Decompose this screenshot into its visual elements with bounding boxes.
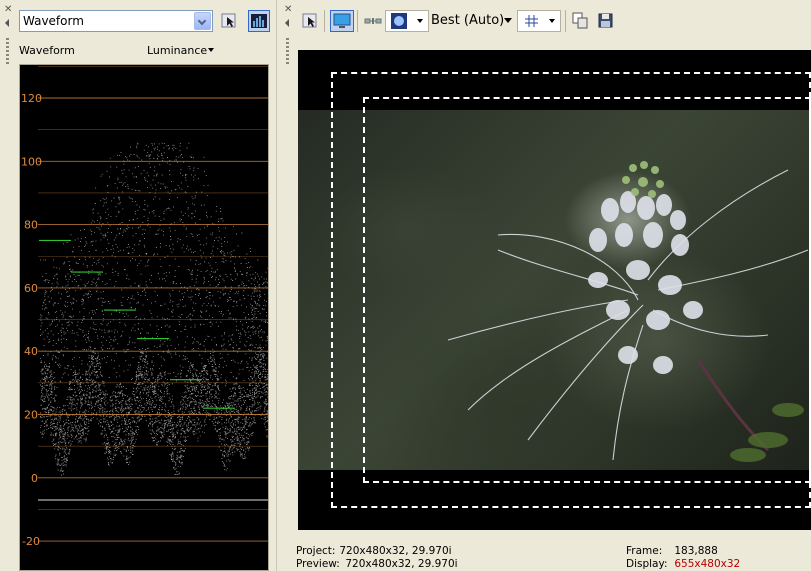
toolbar-separator [565,10,566,32]
title-safe-area [363,97,811,483]
display-info: Display: 655x480x32 [626,558,740,571]
toolbar-separator [357,10,358,32]
preview-info-row: Preview: 720x480x32, 29.970i [296,558,458,571]
graticule-labels: 120 100 80 60 40 20 0 -20 [21,92,42,548]
preview-quality-select[interactable]: Best (Auto) [431,13,504,28]
preview-label: Preview: [296,558,340,570]
frame-info: Frame: 183,888 [626,545,718,558]
external-monitor-button[interactable] [330,10,354,32]
project-value: 720x480x32, 29.970i [339,545,452,557]
waveform-scope: 120 100 80 60 40 20 0 -20 [19,64,269,571]
split-screen-button[interactable] [362,10,384,32]
video-preview-panel: ✕ Best (Auto) Project: 720x480x32, 29.97… [280,0,811,571]
preview-value: 720x480x32, 29.970i [345,558,458,570]
histogram-icon [251,14,267,28]
chevron-down-icon[interactable] [194,12,211,30]
scope-title: Waveform [19,44,75,57]
video-preview[interactable] [298,50,811,530]
scope-type-value: Waveform [23,14,84,28]
graticule-label: 20 [24,409,38,422]
update-scopes-button[interactable] [218,10,240,32]
display-label: Display: [626,558,668,570]
overlays-button[interactable] [385,10,429,32]
frame-label: Frame: [626,545,663,557]
save-snapshot-button[interactable] [595,10,617,32]
channel-select[interactable]: Luminance [147,44,207,57]
project-label: Project: [296,545,336,557]
toolbar-separator [324,10,325,32]
graticule-label: 100 [21,155,42,168]
collapse-arrow-icon[interactable] [285,19,289,27]
grid-icon [525,15,538,27]
scope-type-select[interactable]: Waveform [19,10,213,32]
graticule-label: 80 [24,219,38,232]
video-scopes-panel: ✕ Waveform Waveform Luminance 120 100 80 60… [0,0,277,571]
graticule-lines [38,66,268,542]
graticule-label: -20 [22,535,40,548]
close-icon[interactable]: ✕ [284,5,292,15]
pointer-icon [221,13,236,28]
graticule-label: 60 [24,282,38,295]
graticule-label: 120 [21,92,42,105]
collapse-arrow-icon[interactable] [5,19,9,27]
project-info: Project: 720x480x32, 29.970i [296,545,452,558]
pointer-icon [302,13,317,28]
copy-snapshot-button[interactable] [570,10,592,32]
frame-value: 183,888 [674,545,718,557]
left-pane-edge: ✕ [0,0,14,571]
graticule-label: 0 [31,472,38,485]
split-screen-icon [364,18,382,24]
drag-grip-icon[interactable] [286,38,289,66]
preview-info: Project: 720x480x32, 29.970i Preview: 72… [296,545,811,571]
chevron-down-icon[interactable] [417,19,423,23]
chevron-down-icon[interactable] [549,19,555,23]
quality-dropdown-icon[interactable] [504,18,512,23]
display-value: 655x480x32 [674,558,741,570]
preview-properties-button[interactable] [299,10,321,32]
save-icon [598,13,613,28]
copy-snapshot-icon [572,12,588,29]
overlay-circle-icon [391,13,407,29]
monitor-icon [333,13,351,28]
graticule-label: 40 [24,345,38,358]
channel-dropdown-icon[interactable] [208,48,214,52]
grid-button[interactable] [517,10,561,32]
close-icon[interactable]: ✕ [4,5,12,15]
histogram-button[interactable] [248,10,270,32]
drag-grip-icon[interactable] [6,38,9,66]
